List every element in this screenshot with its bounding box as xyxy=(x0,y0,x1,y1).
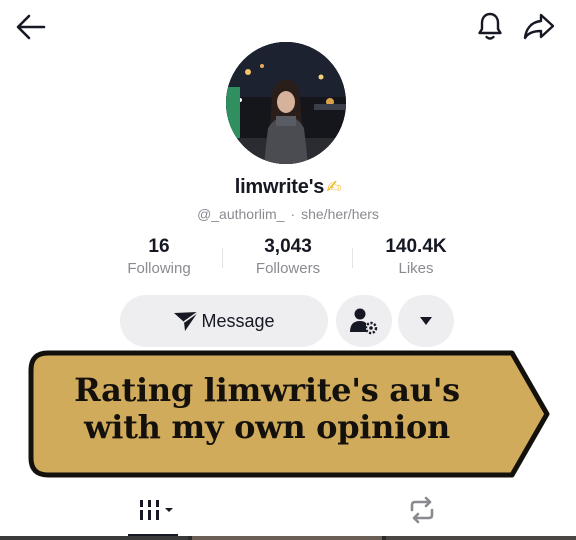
likes-count: 140.4K xyxy=(385,236,447,257)
bell-icon[interactable] xyxy=(474,10,506,42)
more-dropdown-button[interactable] xyxy=(398,295,454,347)
send-icon xyxy=(173,310,201,332)
stat-divider xyxy=(222,248,223,268)
add-friend-button[interactable] xyxy=(336,295,392,347)
likes-label: Likes xyxy=(398,260,434,277)
stat-followers[interactable]: 3,043 Followers xyxy=(228,236,348,277)
followers-label: Followers xyxy=(255,260,321,277)
following-count: 16 xyxy=(148,236,170,257)
avatar[interactable] xyxy=(226,42,346,164)
share-icon[interactable] xyxy=(522,10,556,42)
caret-down-icon xyxy=(419,316,433,326)
following-label: Following xyxy=(127,260,191,277)
banner-line-2: with my own opinion xyxy=(84,408,450,446)
tab-videos[interactable] xyxy=(128,496,180,526)
stat-following[interactable]: 16 Following xyxy=(99,236,219,277)
banner-line-1: Rating limwrite's au's xyxy=(74,371,460,409)
message-label: Message xyxy=(201,310,275,331)
pronouns: she/her/hers xyxy=(301,206,379,222)
handle-row: @_authorlim_ · she/her/hers xyxy=(0,206,576,222)
video-grid-top-edge xyxy=(0,536,576,540)
stat-likes[interactable]: 140.4K Likes xyxy=(356,236,476,277)
separator: · xyxy=(290,206,296,222)
banner-caption: Rating limwrite's au's with my own opini… xyxy=(44,372,490,446)
back-arrow-icon[interactable] xyxy=(14,12,48,42)
message-button[interactable]: Message xyxy=(120,295,328,347)
profile-name-row: limwrite's ✍ xyxy=(0,176,576,199)
followers-count: 3,043 xyxy=(264,236,312,257)
stat-divider xyxy=(352,248,353,268)
person-gear-icon xyxy=(349,306,379,336)
writing-hand-emoji-icon: ✍ xyxy=(326,177,342,197)
username-handle: @_authorlim_ xyxy=(197,206,285,222)
display-name: limwrite's xyxy=(234,176,325,198)
repost-icon[interactable] xyxy=(404,496,440,526)
